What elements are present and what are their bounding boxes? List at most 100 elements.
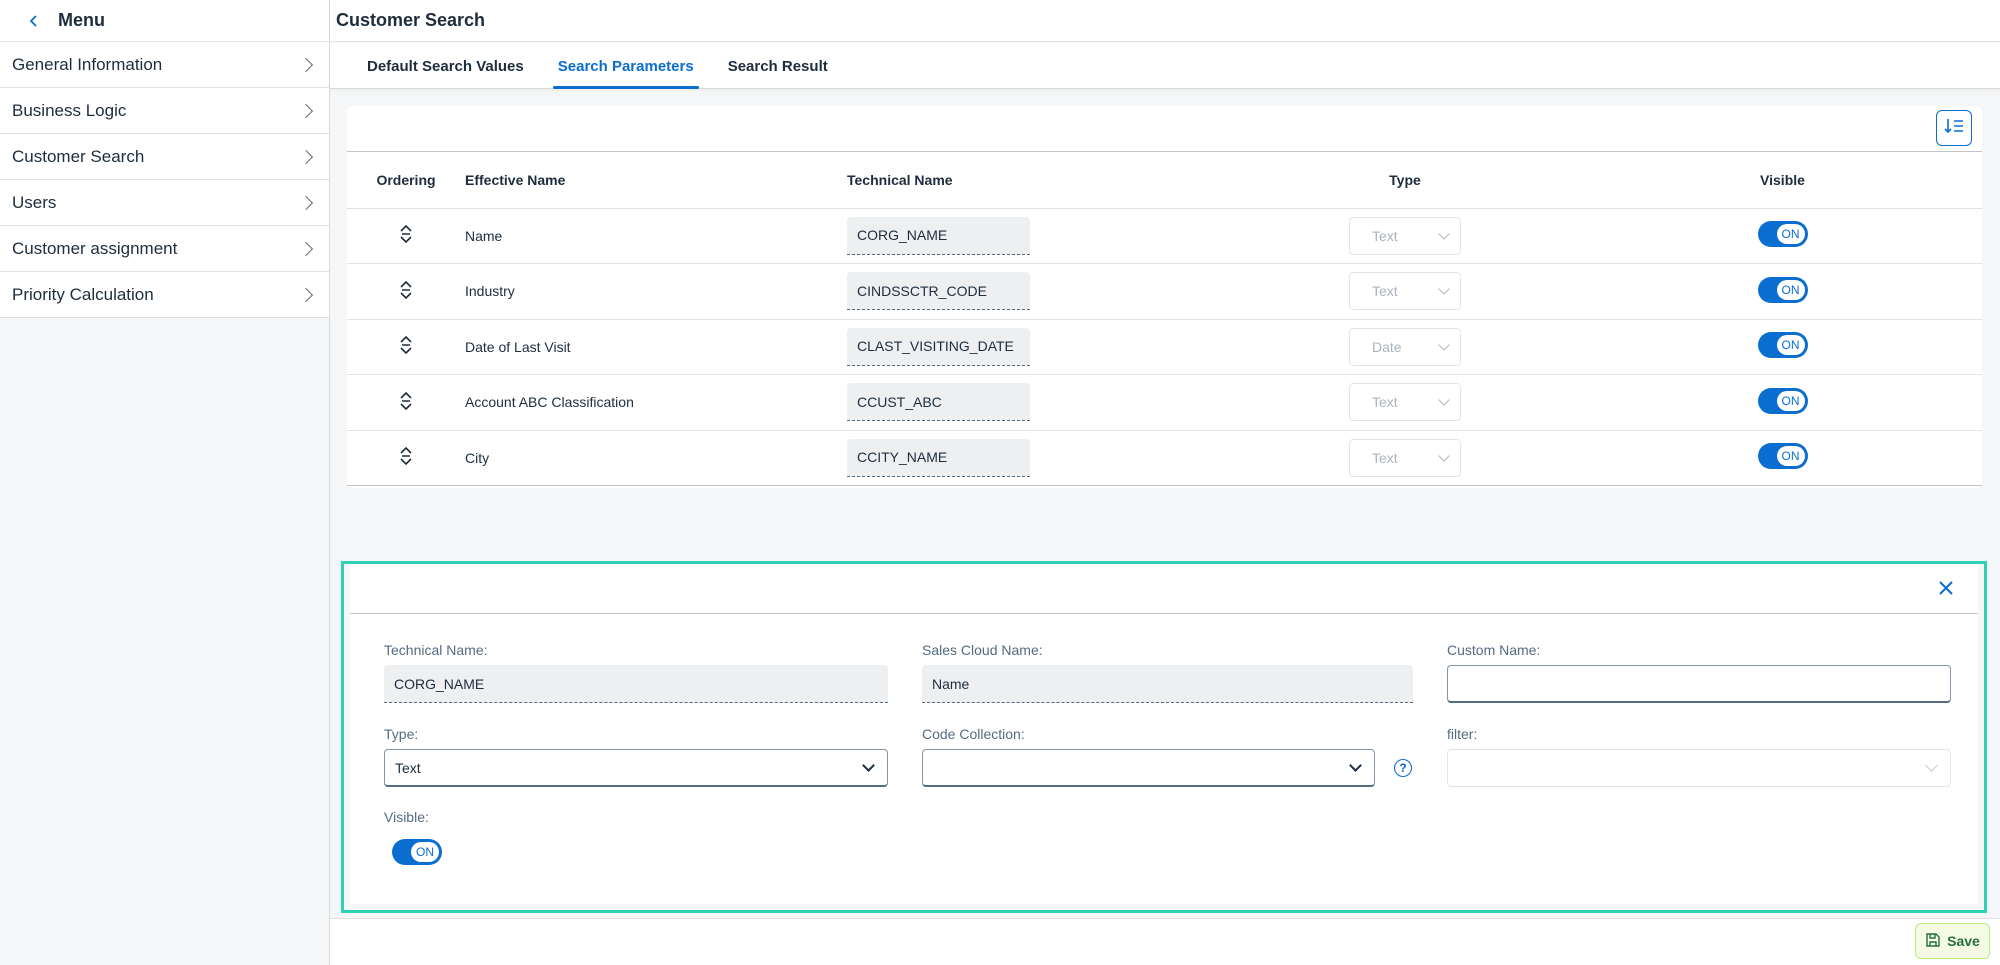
custom-name-input[interactable]: [1447, 665, 1951, 703]
sidebar-item-users[interactable]: Users: [0, 180, 329, 226]
toggle-state: ON: [1776, 335, 1805, 356]
visible-toggle[interactable]: ON: [1757, 221, 1808, 248]
search-parameters-table-card: Ordering Effective Name Technical Name T…: [347, 106, 1982, 488]
sidebar-item-label: Customer Search: [12, 146, 145, 166]
table-row[interactable]: Industry CINDSSCTR_CODE Text ON: [347, 263, 1982, 320]
chevron-down-icon: [862, 758, 875, 772]
help-icon[interactable]: ?: [1394, 759, 1412, 777]
type-select: Text: [1349, 272, 1461, 311]
toggle-state: ON: [1776, 224, 1805, 245]
close-icon[interactable]: [1936, 578, 1956, 598]
chevron-down-icon: [1438, 339, 1450, 351]
toggle-state: ON: [1776, 390, 1805, 411]
chevron-right-icon: [298, 287, 314, 302]
effective-name-cell: Name: [465, 208, 847, 264]
sidebar-item-general-information[interactable]: General Information: [0, 42, 329, 88]
technical-name-field: CORG_NAME: [384, 665, 888, 703]
save-button-label: Save: [1947, 933, 1980, 949]
type-select-value: Text: [1372, 449, 1398, 466]
tab-bar: Default Search Values Search Parameters …: [330, 43, 2000, 89]
visible-toggle[interactable]: ON: [1757, 276, 1808, 303]
type-select-value: Date: [1372, 338, 1402, 355]
tab-search-result[interactable]: Search Result: [711, 43, 845, 89]
visible-toggle[interactable]: ON: [1757, 443, 1808, 470]
code-collection-label: Code Collection:: [922, 726, 1025, 742]
chevron-down-icon: [1438, 450, 1450, 462]
toggle-state: ON: [1776, 279, 1805, 300]
technical-name-field: CORG_NAME: [847, 216, 1030, 255]
effective-name-cell: Account ABC Classification: [465, 374, 847, 431]
sort-button[interactable]: [1936, 110, 1972, 146]
filter-select: [1447, 749, 1951, 787]
visible-toggle[interactable]: ON: [1757, 332, 1808, 359]
sidebar-item-label: Priority Calculation: [12, 284, 154, 304]
sidebar-item-label: Users: [12, 192, 57, 212]
column-header-type: Type: [1227, 152, 1583, 209]
sidebar-item-label: Customer assignment: [12, 238, 178, 258]
sidebar: Menu General Information Business Logic …: [0, 0, 330, 965]
reorder-handle-icon[interactable]: [400, 225, 412, 244]
visible-toggle[interactable]: ON: [1757, 387, 1808, 414]
effective-name-cell: Industry: [465, 263, 847, 320]
type-select-value: Text: [1372, 283, 1398, 300]
column-header-technical-name: Technical Name: [847, 152, 1227, 209]
toggle-state: ON: [411, 842, 439, 862]
tab-default-search-values[interactable]: Default Search Values: [350, 43, 541, 89]
code-collection-select[interactable]: [922, 749, 1375, 787]
parameter-detail-panel: Technical Name: CORG_NAME Sales Cloud Na…: [341, 561, 1987, 913]
chevron-right-icon: [298, 103, 314, 118]
sidebar-item-label: Business Logic: [12, 100, 127, 120]
chevron-down-icon: [1438, 283, 1450, 295]
table-toolbar: [347, 106, 1982, 152]
tab-search-parameters[interactable]: Search Parameters: [541, 43, 711, 89]
type-select: Date: [1349, 327, 1461, 366]
type-select[interactable]: Text: [384, 749, 888, 787]
reorder-handle-icon[interactable]: [400, 391, 412, 410]
table-row[interactable]: Account ABC Classification CCUST_ABC Tex…: [347, 374, 1982, 431]
toggle-state: ON: [1776, 446, 1805, 467]
detail-panel-header: [350, 564, 1978, 614]
visible-toggle[interactable]: ON: [392, 839, 442, 865]
table-row[interactable]: City CCITY_NAME Text ON: [347, 430, 1982, 486]
chevron-right-icon: [298, 149, 314, 164]
sidebar-item-label: General Information: [12, 54, 163, 74]
table-row[interactable]: Name CORG_NAME Text ON: [347, 208, 1982, 264]
page-header: Customer Search: [330, 0, 2000, 42]
type-select: Text: [1349, 216, 1461, 255]
chevron-right-icon: [298, 195, 314, 210]
chevron-right-icon: [298, 57, 314, 72]
effective-name-cell: City: [465, 430, 847, 486]
technical-name-field: CCUST_ABC: [847, 383, 1030, 422]
sales-cloud-name-label: Sales Cloud Name:: [922, 642, 1043, 658]
sidebar-item-customer-search[interactable]: Customer Search: [0, 134, 329, 180]
chevron-right-icon: [298, 241, 314, 256]
filter-label: filter:: [1447, 726, 1478, 742]
technical-name-field: CLAST_VISITING_DATE: [847, 327, 1030, 366]
type-select: Text: [1349, 438, 1461, 477]
chevron-down-icon: [1438, 394, 1450, 406]
sort-icon: [1944, 118, 1964, 139]
page-title: Customer Search: [336, 10, 486, 30]
sidebar-item-customer-assignment[interactable]: Customer assignment: [0, 226, 329, 272]
save-button[interactable]: Save: [1915, 923, 1990, 959]
back-arrow-icon[interactable]: [22, 9, 46, 33]
sidebar-item-business-logic[interactable]: Business Logic: [0, 88, 329, 134]
footer-bar: Save: [330, 918, 2000, 965]
reorder-handle-icon[interactable]: [400, 447, 412, 466]
reorder-handle-icon[interactable]: [400, 280, 412, 299]
parameters-table: Ordering Effective Name Technical Name T…: [347, 152, 1982, 486]
type-select: Text: [1349, 383, 1461, 422]
type-label: Type:: [384, 726, 419, 742]
table-row[interactable]: Date of Last Visit CLAST_VISITING_DATE D…: [347, 319, 1982, 375]
type-select-value: Text: [395, 759, 421, 776]
custom-name-label: Custom Name:: [1447, 642, 1541, 658]
technical-name-field: CINDSSCTR_CODE: [847, 272, 1030, 311]
save-icon: [1925, 932, 1941, 951]
sidebar-header: Menu: [0, 0, 329, 42]
sidebar-item-priority-calculation[interactable]: Priority Calculation: [0, 272, 329, 318]
column-header-visible: Visible: [1583, 152, 1982, 209]
chevron-down-icon: [1438, 228, 1450, 240]
type-select-value: Text: [1372, 394, 1398, 411]
sales-cloud-name-field: Name: [922, 665, 1413, 703]
reorder-handle-icon[interactable]: [400, 336, 412, 355]
